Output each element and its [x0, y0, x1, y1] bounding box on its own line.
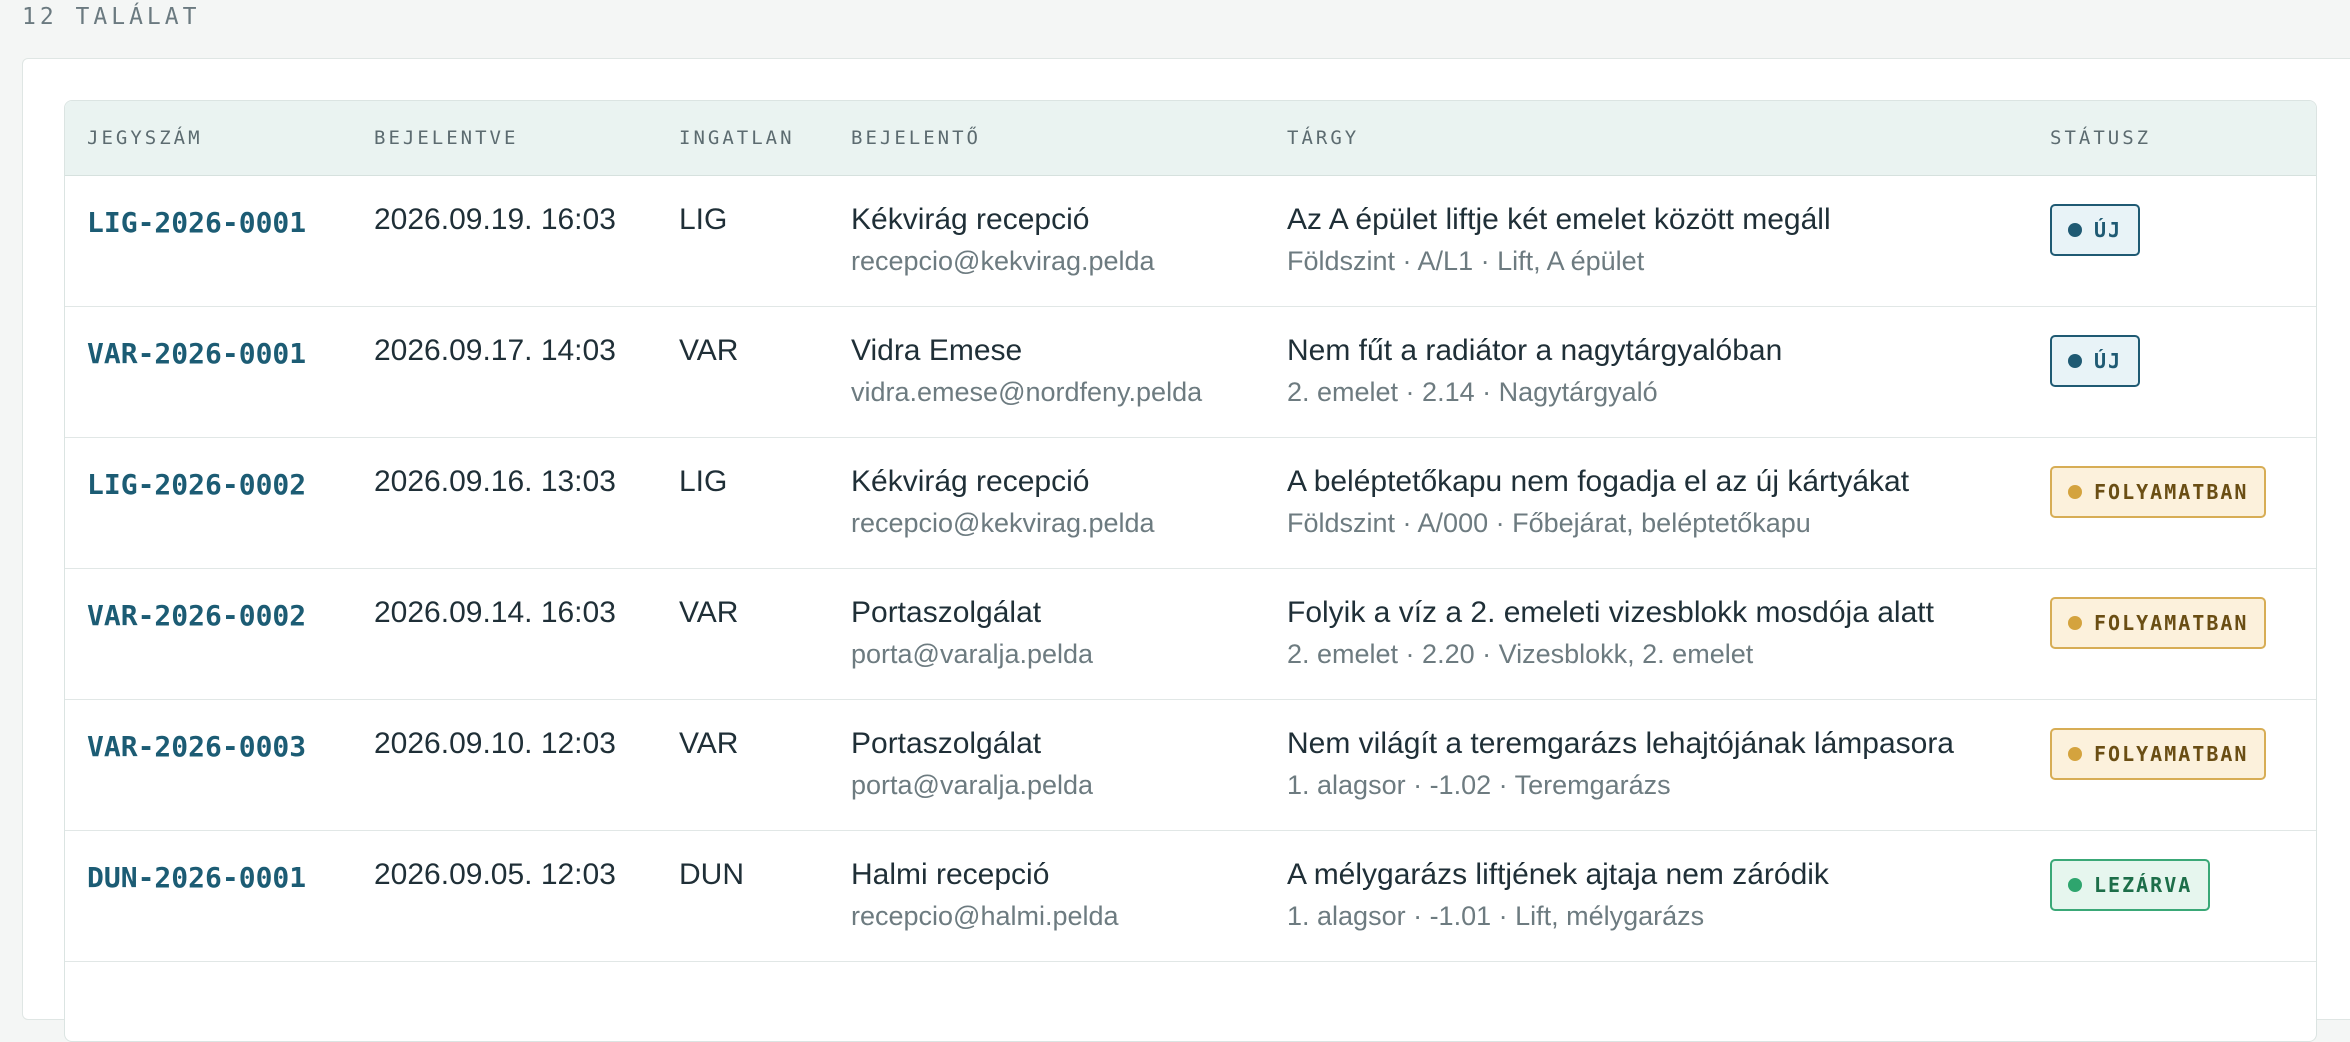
status-label: LEZÁRVA — [2094, 872, 2193, 897]
table-row[interactable]: VAR-2026-0002 2026.09.14. 16:03 VAR Port… — [65, 568, 2316, 699]
status-dot-icon — [2068, 746, 2082, 761]
ticket-id-link[interactable]: VAR-2026-0002 — [87, 595, 306, 632]
ticket-subject: A mélygarázs liftjének ajtaja nem záródi… — [1287, 857, 1829, 891]
property-code: DUN — [679, 857, 744, 891]
reported-date: 2026.09.19. 16:03 — [374, 202, 616, 236]
reporter-name: Kékvirág recepció — [851, 202, 1090, 236]
tickets-table: JEGYSZÁM BEJELENTVE INGATLAN BEJELENTŐ T… — [64, 100, 2317, 1042]
reporter-email: recepcio@kekvirag.pelda — [851, 507, 1155, 538]
property-code: VAR — [679, 726, 739, 760]
column-header-ticket-id[interactable]: JEGYSZÁM — [65, 101, 352, 176]
ticket-location: 1. alagsor · -1.02 · Teremgarázs — [1287, 769, 1671, 800]
column-header-status[interactable]: STÁTUSZ — [2028, 101, 2316, 176]
status-dot-icon — [2068, 615, 2082, 630]
reported-date: 2026.09.10. 12:03 — [374, 726, 616, 760]
result-count: 12 TALÁLAT — [22, 4, 201, 30]
property-code: VAR — [679, 595, 739, 629]
ticket-location: 2. emelet · 2.20 · Vizesblokk, 2. emelet — [1287, 638, 1754, 669]
ticket-id-link[interactable]: LIG-2026-0002 — [87, 464, 306, 501]
ticket-id-link[interactable]: LIG-2026-0001 — [87, 202, 306, 239]
column-header-subject[interactable]: TÁRGY — [1265, 101, 2028, 176]
property-code: LIG — [679, 464, 728, 498]
reported-date: 2026.09.17. 14:03 — [374, 333, 616, 367]
status-label: ÚJ — [2094, 348, 2123, 373]
ticket-id-link[interactable]: VAR-2026-0001 — [87, 333, 306, 370]
property-code: LIG — [679, 202, 728, 236]
status-badge: ÚJ — [2050, 334, 2141, 387]
tickets-card: JEGYSZÁM BEJELENTVE INGATLAN BEJELENTŐ T… — [22, 58, 2350, 1042]
status-label: FOLYAMATBAN — [2094, 479, 2249, 504]
status-label: ÚJ — [2094, 217, 2123, 242]
ticket-location: Földszint · A/L1 · Lift, A épület — [1287, 245, 1645, 276]
reporter-email: porta@varalja.pelda — [851, 638, 1094, 669]
status-label: FOLYAMATBAN — [2094, 610, 2249, 635]
reporter-name: Vidra Emese — [851, 333, 1023, 367]
status-dot-icon — [2068, 222, 2082, 237]
status-dot-icon — [2068, 353, 2082, 368]
ticket-subject: Folyik a víz a 2. emeleti vizesblokk mos… — [1287, 595, 1934, 629]
ticket-location: 2. emelet · 2.14 · Nagytárgyaló — [1287, 376, 1658, 407]
reporter-email: porta@varalja.pelda — [851, 769, 1094, 800]
reported-date: 2026.09.16. 13:03 — [374, 464, 616, 498]
table-row[interactable]: LIG-2026-0002 2026.09.16. 13:03 LIG Kékv… — [65, 437, 2316, 568]
column-header-property[interactable]: INGATLAN — [657, 101, 829, 176]
reporter-email: vidra.emese@nordfeny.pelda — [851, 376, 1203, 407]
status-badge: ÚJ — [2050, 203, 2141, 256]
status-badge: FOLYAMATBAN — [2050, 596, 2267, 649]
table-row[interactable]: DUN-2026-0001 2026.09.05. 12:03 DUN Halm… — [65, 830, 2316, 961]
status-label: FOLYAMATBAN — [2094, 741, 2249, 766]
status-dot-icon — [2068, 877, 2082, 892]
ticket-subject: Az A épület liftje két emelet között meg… — [1287, 202, 1831, 236]
reporter-name: Halmi recepció — [851, 857, 1050, 891]
ticket-id-link[interactable]: DUN-2026-0001 — [87, 857, 306, 894]
reporter-name: Kékvirág recepció — [851, 464, 1090, 498]
status-dot-icon — [2068, 484, 2082, 499]
property-code: VAR — [679, 333, 739, 367]
table-row[interactable]: VAR-2026-0003 2026.09.10. 12:03 VAR Port… — [65, 699, 2316, 830]
reporter-name: Portaszolgálat — [851, 726, 1042, 760]
column-header-reported[interactable]: BEJELENTVE — [352, 101, 657, 176]
status-badge: LEZÁRVA — [2050, 858, 2211, 911]
ticket-location: 1. alagsor · -1.01 · Lift, mélygarázs — [1287, 900, 1705, 931]
ticket-subject: A beléptetőkapu nem fogadja el az új kár… — [1287, 464, 1910, 498]
reported-date: 2026.09.05. 12:03 — [374, 857, 616, 891]
status-badge: FOLYAMATBAN — [2050, 727, 2267, 780]
ticket-subject: Nem fűt a radiátor a nagytárgyalóban — [1287, 333, 1783, 367]
table-header-row: JEGYSZÁM BEJELENTVE INGATLAN BEJELENTŐ T… — [65, 101, 2316, 176]
reported-date: 2026.09.14. 16:03 — [374, 595, 616, 629]
ticket-id-link[interactable]: VAR-2026-0003 — [87, 726, 306, 763]
reporter-email: recepcio@kekvirag.pelda — [851, 245, 1155, 276]
table-row[interactable]: LIG-2026-0001 2026.09.19. 16:03 LIG Kékv… — [65, 175, 2316, 306]
table-row[interactable]: VAR-2026-0001 2026.09.17. 14:03 VAR Vidr… — [65, 306, 2316, 437]
column-header-reporter[interactable]: BEJELENTŐ — [829, 101, 1265, 176]
ticket-subject: Nem világít a teremgarázs lehajtójának l… — [1287, 726, 1954, 760]
ticket-location: Földszint · A/000 · Főbejárat, beléptető… — [1287, 507, 1811, 538]
reporter-name: Portaszolgálat — [851, 595, 1042, 629]
status-badge: FOLYAMATBAN — [2050, 465, 2267, 518]
reporter-email: recepcio@halmi.pelda — [851, 900, 1119, 931]
